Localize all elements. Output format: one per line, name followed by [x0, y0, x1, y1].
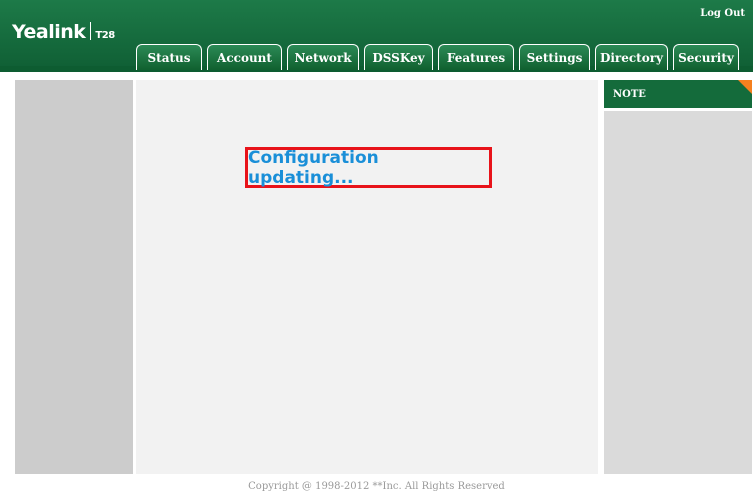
header-bar: Yealink T28 Log Out Status Account Netwo… — [0, 0, 753, 72]
tab-directory[interactable]: Directory — [595, 44, 668, 70]
main-content — [136, 80, 598, 474]
logout-link[interactable]: Log Out — [700, 8, 745, 19]
tab-dsskey[interactable]: DSSKey — [364, 44, 433, 70]
copyright-footer: Copyright @ 1998-2012 **Inc. All Rights … — [248, 481, 505, 492]
tab-account[interactable]: Account — [207, 44, 282, 70]
note-header: NOTE — [604, 80, 752, 108]
tab-features[interactable]: Features — [438, 44, 514, 70]
tab-security[interactable]: Security — [673, 44, 739, 70]
status-message-box: Configuration updating... — [245, 147, 492, 188]
yealink-logo: Yealink T28 — [12, 20, 115, 43]
left-sidebar — [15, 80, 133, 474]
note-corner-icon — [738, 80, 752, 94]
status-message: Configuration updating... — [248, 147, 379, 188]
tab-settings[interactable]: Settings — [519, 44, 590, 70]
brand-name: Yealink — [12, 21, 86, 43]
tab-network[interactable]: Network — [287, 44, 359, 70]
note-panel — [604, 111, 752, 474]
logo-separator — [90, 22, 92, 40]
note-title: NOTE — [613, 88, 646, 100]
tab-status[interactable]: Status — [136, 44, 202, 70]
brand-model: T28 — [95, 30, 115, 41]
